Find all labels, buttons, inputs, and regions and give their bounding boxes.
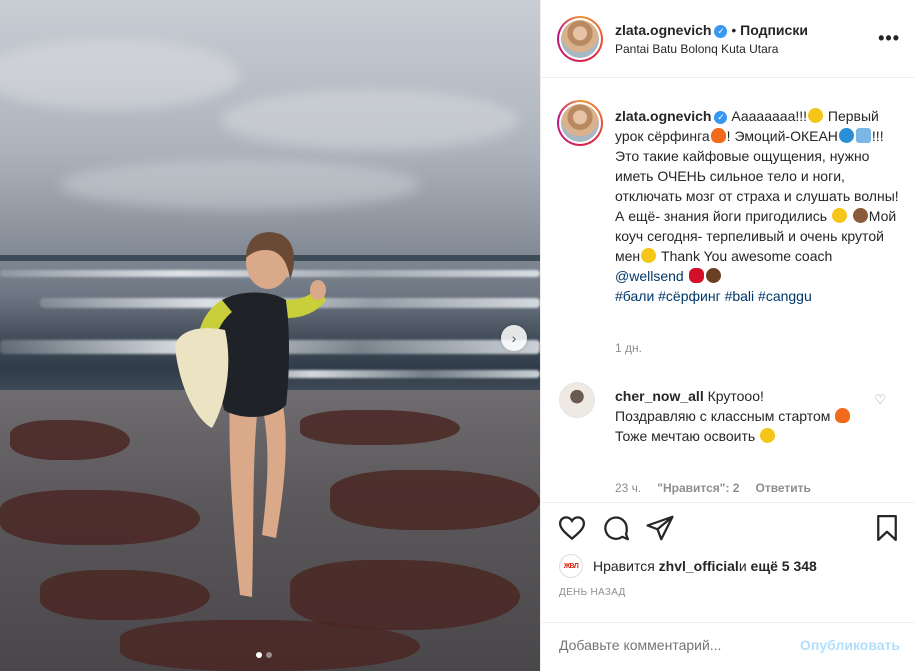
author-avatar[interactable] [557, 16, 603, 62]
chevron-right-icon: › [511, 330, 517, 346]
carousel-dots [256, 652, 272, 658]
caption-username-link[interactable]: zlata.ognevich [615, 108, 711, 124]
post-date[interactable]: ДЕНЬ НАЗАД [559, 587, 626, 598]
comment-part: Крутооо! [703, 388, 764, 404]
surfboard-emoji-icon [855, 128, 871, 143]
comment-meta: 23 ч. "Нравится": 2 Ответить [615, 481, 811, 495]
carousel-next-button[interactable]: › [501, 325, 527, 351]
surfer-figure [175, 232, 326, 597]
fire-emoji-icon [835, 408, 851, 423]
instagram-post: › zlata.ognevich ✓ • Подписки Pantai Batu… [0, 0, 915, 671]
bookmark-icon[interactable] [872, 513, 902, 543]
reply-button[interactable]: Ответить [755, 481, 810, 495]
likes-count-link[interactable]: ещё 5 348 [751, 558, 817, 574]
comment-part: Поздравляю с классным стартом [615, 408, 835, 424]
liker-username-link[interactable]: zhvl_official [659, 558, 739, 574]
comment-input[interactable] [559, 637, 799, 653]
smiling-emoji-icon [641, 248, 657, 263]
caption-part: Аааааааа!!! [731, 108, 808, 124]
post-actions: ЖВЛ Нравится zhvl_official и ещё 5 348 Д… [541, 502, 915, 622]
hashtags-link[interactable]: #бали #сёрфинг #bali #canggu [615, 288, 812, 304]
add-comment-bar: Опубликовать [541, 622, 915, 671]
liker-avatar[interactable]: ЖВЛ [559, 554, 583, 578]
comment-likes-count[interactable]: "Нравится": 2 [657, 481, 739, 495]
mention-link[interactable]: @wellsend [615, 268, 684, 284]
verified-badge-icon: ✓ [714, 110, 728, 124]
likes-row: ЖВЛ Нравится zhvl_official и ещё 5 348 [559, 554, 817, 578]
separator-dot: • [731, 22, 737, 38]
more-options-icon[interactable]: ••• [878, 28, 900, 49]
grinning-emoji-icon [831, 208, 847, 223]
publish-button[interactable]: Опубликовать [800, 637, 900, 653]
following-button[interactable]: Подписки [740, 22, 808, 38]
heart-icon[interactable] [557, 513, 587, 543]
caption-timestamp[interactable]: 1 дн. [615, 341, 642, 355]
header-username-row: zlata.ognevich ✓ • Подписки [615, 22, 808, 38]
caption-text: zlata.ognevich ✓ Аааааааа!!! Первый урок … [615, 106, 901, 306]
monkey-emoji-icon [852, 208, 868, 223]
avatar-image [561, 104, 599, 142]
fire-emoji-icon [710, 128, 726, 143]
winking-tongue-emoji-icon [808, 108, 824, 123]
avatar-image [561, 20, 599, 58]
location-link[interactable]: Pantai Batu Bolonq Kuta Utara [615, 42, 778, 56]
carousel-dot-active [256, 652, 262, 658]
likes-and: и [738, 558, 747, 574]
share-icon[interactable] [645, 513, 675, 543]
carousel-dot [266, 652, 272, 658]
comment-icon[interactable] [601, 513, 631, 543]
comment-text: cher_now_all Крутооо! Поздравляю с класс… [615, 386, 855, 446]
post-photo[interactable]: › [0, 0, 540, 671]
caption-part: ! Эмоций-ОКЕАН [726, 128, 838, 144]
commenter-username-link[interactable]: cher_now_all [615, 388, 704, 404]
raised-hands-emoji-icon [705, 268, 721, 283]
comment-like-heart-icon[interactable]: ♡ [874, 392, 886, 408]
post-details-panel: zlata.ognevich ✓ • Подписки Pantai Batu B… [540, 0, 915, 671]
post-header: zlata.ognevich ✓ • Подписки Pantai Batu B… [541, 0, 915, 78]
caption-part: Thank You awesome coach [657, 248, 833, 264]
commenter-avatar[interactable] [559, 382, 595, 418]
author-username-link[interactable]: zlata.ognevich [615, 22, 711, 38]
lips-emoji-icon [688, 268, 704, 283]
verified-badge-icon: ✓ [714, 24, 728, 38]
comment-timestamp[interactable]: 23 ч. [615, 481, 641, 495]
comments-section[interactable]: zlata.ognevich ✓ Аааааааа!!! Первый урок … [541, 78, 915, 502]
comment-part: Тоже мечтаю освоить [615, 428, 760, 444]
likes-prefix: Нравится [593, 558, 655, 574]
hot-face-emoji-icon [760, 428, 776, 443]
wave-emoji-icon [838, 128, 854, 143]
caption-author-avatar[interactable] [557, 100, 603, 146]
